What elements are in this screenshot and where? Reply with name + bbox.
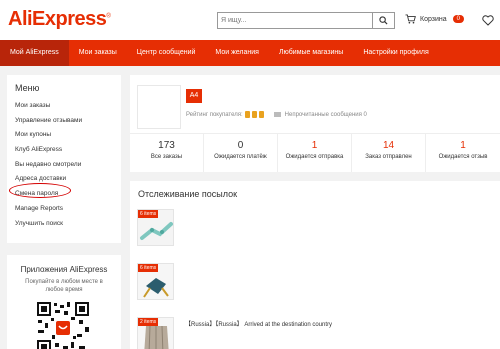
rating-medal-icon <box>244 111 250 118</box>
sidebar-item-my-coupons[interactable]: Мои купоны <box>15 128 121 143</box>
stat-order-shipped[interactable]: 14 Заказ отправлен <box>352 134 426 172</box>
sidebar-title: Меню <box>15 83 40 93</box>
parcel-item-count-badge: 6 items <box>138 210 159 218</box>
sidebar-item-shipping-addresses[interactable]: Адреса доставки <box>15 172 121 187</box>
search-button[interactable] <box>372 13 394 28</box>
nav-profile-settings[interactable]: Настройки профиля <box>353 40 438 66</box>
sidebar-item-manage-reports[interactable]: Manage Reports <box>15 202 121 217</box>
parcel-tracking-panel: Отслеживание посылок 6 items 6 items 2 i… <box>130 181 500 349</box>
logo-registered-mark: ® <box>106 13 111 20</box>
nav-my-orders[interactable]: Мои заказы <box>69 40 127 66</box>
main-nav: Мой AliExpress Мои заказы Центр сообщени… <box>0 40 500 66</box>
cart-icon <box>405 14 416 24</box>
stat-label: Ожидается платёж <box>214 154 267 160</box>
stat-awaiting-review[interactable]: 1 Ожидается отзыв <box>426 134 500 172</box>
sidebar-menu: Меню Мои заказы Управление отзывами Мои … <box>7 75 121 243</box>
tracking-title: Отслеживание посылок <box>138 189 238 199</box>
stat-value: 1 <box>460 140 466 151</box>
stat-value: 173 <box>158 140 175 151</box>
cart-label: Корзина <box>420 15 447 23</box>
stat-awaiting-payment[interactable]: 0 Ожидается платёж <box>204 134 278 172</box>
nav-favorite-stores[interactable]: Любимые магазины <box>269 40 353 66</box>
parcel-item-count-badge: 2 items <box>138 318 159 326</box>
nav-my-aliexpress[interactable]: Мой AliExpress <box>0 40 69 66</box>
sidebar-item-aliexpress-club[interactable]: Клуб AliExpress <box>15 143 121 158</box>
stat-value: 14 <box>382 140 395 151</box>
nav-wishlist[interactable]: Мои желания <box>205 40 269 66</box>
wishlist-link[interactable] <box>482 13 494 31</box>
parcel-item-count-badge: 6 items <box>138 264 159 272</box>
search-input[interactable] <box>218 13 372 28</box>
sidebar-item-my-orders[interactable]: Мои заказы <box>15 99 121 114</box>
aliexpress-logo[interactable]: AliExpress® <box>8 8 111 31</box>
heart-icon <box>482 15 494 26</box>
parcel-thumbnail[interactable]: 2 items <box>137 317 174 349</box>
sidebar-item-change-password[interactable]: Смена пароля <box>15 187 121 202</box>
stat-label: Заказ отправлен <box>365 154 412 160</box>
cart-link[interactable]: Корзина 0 <box>405 14 465 24</box>
buyer-rating: Рейтинг покупателя: Непрочитанные сообще… <box>186 111 367 118</box>
top-header: AliExpress® Корзина 0 <box>0 0 500 40</box>
stat-value: 1 <box>311 140 318 151</box>
cart-count-badge: 0 <box>452 15 465 23</box>
rating-medal-icon <box>258 111 264 118</box>
stat-label: Ожидается отправка <box>285 154 344 160</box>
buyer-level-badge: A4 <box>186 89 202 103</box>
logo-text: AliExpress <box>8 8 107 30</box>
app-promo-subtitle: Покупайте в любом месте в любое время <box>25 279 103 293</box>
parcel-status-text[interactable]: 【Russia】【Russia】 Arrived at the destinat… <box>185 319 332 328</box>
search-icon <box>379 16 388 25</box>
parcel-thumbnail[interactable]: 6 items <box>137 263 174 300</box>
order-stats: 173 Все заказы 0 Ожидается платёж 1 Ожид… <box>130 133 500 172</box>
stat-label: Все заказы <box>150 154 183 160</box>
sidebar-item-improve-search[interactable]: Улучшить поиск <box>15 217 121 232</box>
qr-code-image <box>35 300 91 349</box>
message-envelope-icon <box>273 112 281 117</box>
search-box <box>217 12 395 29</box>
buyer-rating-label: Рейтинг покупателя: <box>186 111 243 118</box>
stat-all-orders[interactable]: 173 Все заказы <box>130 134 204 172</box>
profile-panel: A4 Рейтинг покупателя: Непрочитанные соо… <box>130 75 500 172</box>
stat-value: 0 <box>237 140 244 151</box>
stat-label: Ожидается отзыв <box>438 154 488 160</box>
rating-medal-icon <box>251 111 257 118</box>
stat-awaiting-shipment[interactable]: 1 Ожидается отправка <box>278 134 352 172</box>
app-promo-title: Приложения AliExpress <box>20 265 108 274</box>
unread-messages-link[interactable]: Непрочитанные сообщения 0 <box>285 112 367 118</box>
sidebar-item-manage-reviews[interactable]: Управление отзывами <box>15 114 121 129</box>
app-promo-box: Приложения AliExpress Покупайте в любом … <box>7 255 121 349</box>
nav-message-center[interactable]: Центр сообщений <box>127 40 206 66</box>
avatar[interactable] <box>137 85 181 129</box>
sidebar-item-recently-viewed[interactable]: Вы недавно смотрели <box>15 158 121 173</box>
parcel-thumbnail[interactable]: 6 items <box>137 209 174 246</box>
